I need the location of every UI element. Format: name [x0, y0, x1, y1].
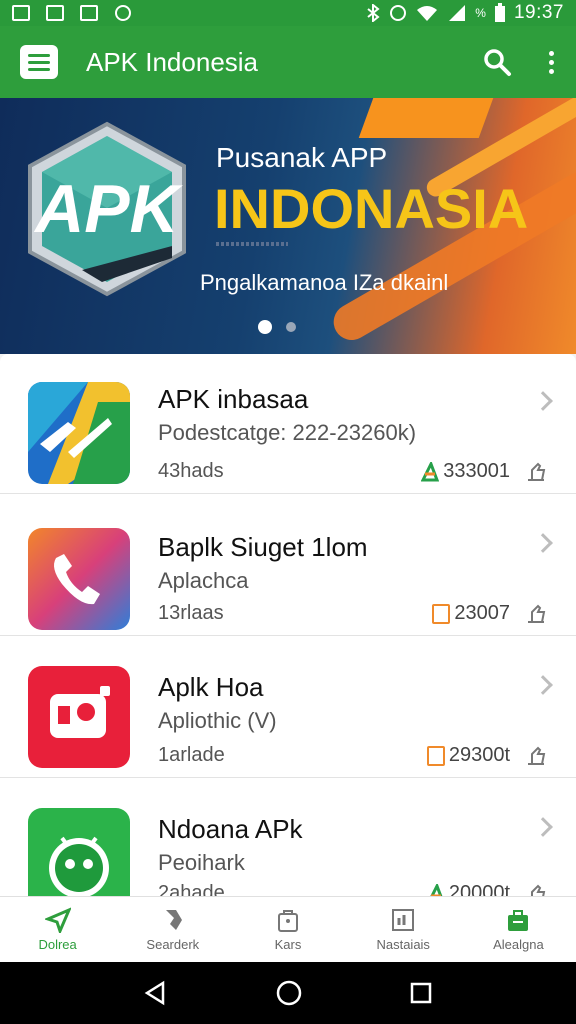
apk-logo: APK	[28, 121, 186, 297]
phone-app-icon	[28, 528, 130, 630]
more-vert-icon[interactable]	[546, 50, 556, 74]
promo-banner[interactable]: APK Pusanak APP INDONASIA Pngalkamanoa I…	[0, 98, 576, 354]
system-navigation-bar	[0, 962, 576, 1024]
app-bar: APK Indonesia	[0, 26, 576, 98]
app-subtitle: Peoihark	[158, 850, 245, 875]
tag-icon	[165, 910, 182, 930]
carousel-dots	[258, 320, 296, 334]
badge-icon	[426, 745, 445, 766]
carousel-dot-active[interactable]	[258, 320, 272, 334]
nav-label: Kars	[274, 937, 302, 952]
app-notification-icon	[46, 5, 64, 21]
app-actions	[482, 47, 556, 77]
nav-item-dolrea[interactable]: Dolrea	[0, 897, 115, 962]
app-title: APK Indonesia	[86, 46, 259, 77]
sync-icon	[390, 5, 407, 21]
store-icon	[508, 910, 529, 931]
file-notification-icon	[80, 5, 98, 21]
share-icon[interactable]	[524, 882, 548, 896]
list-item[interactable]: APK inbasaa Podestcatge: 222-23260k) 43h…	[0, 354, 576, 494]
location-icon	[115, 5, 131, 21]
banner-title-line2: INDONASIA	[214, 177, 529, 240]
search-icon[interactable]	[482, 47, 512, 77]
nav-label: Alealgna	[493, 937, 544, 952]
app-count: 20000t	[448, 882, 510, 896]
share-icon[interactable]	[524, 602, 548, 626]
chevron-right-icon	[533, 533, 553, 553]
bottom-navigation: Dolrea Searderk Kars Nastaiais Alealgna	[0, 896, 576, 962]
app-name: APK inbasaa	[158, 384, 309, 414]
app-subtitle: Aplachca	[158, 568, 249, 593]
android-app-icon	[28, 808, 130, 896]
chevron-right-icon	[533, 675, 553, 695]
app-meta: 13rlaas	[158, 602, 224, 624]
app-meta: 43hads	[158, 460, 224, 482]
app-name: Aplk Hoa	[158, 672, 264, 702]
share-icon[interactable]	[524, 460, 548, 484]
app-name: Ndoana APk	[158, 814, 303, 844]
battery-percent: %	[475, 6, 486, 20]
badge-icon	[432, 603, 451, 624]
app-count: 333001	[443, 460, 510, 482]
banner-title-line1: Pusanak APP	[216, 142, 388, 173]
list-item[interactable]: Ndoana APk Peoihark 2ahade 20000t	[0, 780, 576, 896]
banner-subtitle: Pngalkamanoa IZa dkainl	[200, 270, 449, 295]
home-icon[interactable]	[275, 979, 303, 1007]
app-count: 29300t	[448, 744, 510, 766]
nav-label: Nastaiais	[376, 937, 430, 952]
app-meta: 1arlade	[158, 744, 225, 766]
bluetooth-icon	[367, 4, 380, 22]
app-subtitle: Apliothic (V)	[158, 708, 277, 733]
list-item[interactable]: Baplk Siuget 1lom Aplachca 13rlaas 23007	[0, 496, 576, 636]
recents-icon[interactable]	[409, 981, 433, 1005]
notification-icons	[12, 4, 132, 22]
chart-icon	[392, 909, 415, 931]
rating-icon	[429, 883, 443, 896]
app-count: 23007	[454, 602, 510, 624]
nav-item-alealgna[interactable]: Alealgna	[461, 897, 576, 962]
app-name: Baplk Siuget 1lom	[158, 532, 368, 562]
apk-app-icon	[28, 382, 130, 484]
signal-icon	[449, 5, 466, 21]
share-icon[interactable]	[524, 744, 548, 768]
nav-item-nastaiais[interactable]: Nastaiais	[346, 897, 461, 962]
app-subtitle: Podestcatge: 222-23260k)	[158, 420, 417, 445]
banner-divider	[216, 242, 288, 246]
list-item[interactable]: Aplk Hoa Apliothic (V) 1arlade 29300t	[0, 638, 576, 778]
nav-label: Searderk	[146, 937, 200, 952]
nav-item-searderk[interactable]: Searderk	[115, 897, 230, 962]
chevron-right-icon	[533, 391, 553, 411]
bag-icon	[278, 910, 298, 932]
logo-text: APK	[33, 171, 183, 247]
rating-icon	[421, 461, 440, 481]
navigate-icon	[44, 907, 71, 933]
chevron-right-icon	[533, 817, 553, 837]
carousel-dot[interactable]	[286, 322, 296, 332]
nav-label: Dolrea	[38, 937, 77, 952]
menu-button[interactable]	[20, 45, 58, 79]
back-icon[interactable]	[143, 980, 169, 1006]
app-list: APK inbasaa Podestcatge: 222-23260k) 43h…	[0, 354, 576, 896]
nav-item-kars[interactable]: Kars	[230, 897, 345, 962]
battery-icon	[494, 3, 505, 22]
image-notification-icon	[12, 5, 30, 21]
status-bar: % 19:37	[0, 0, 576, 26]
status-time: 19:37	[513, 2, 564, 23]
app-meta: 2ahade	[158, 882, 225, 896]
system-icons: % 19:37	[365, 2, 564, 24]
camera-app-icon	[28, 666, 130, 768]
wifi-icon	[417, 6, 438, 21]
